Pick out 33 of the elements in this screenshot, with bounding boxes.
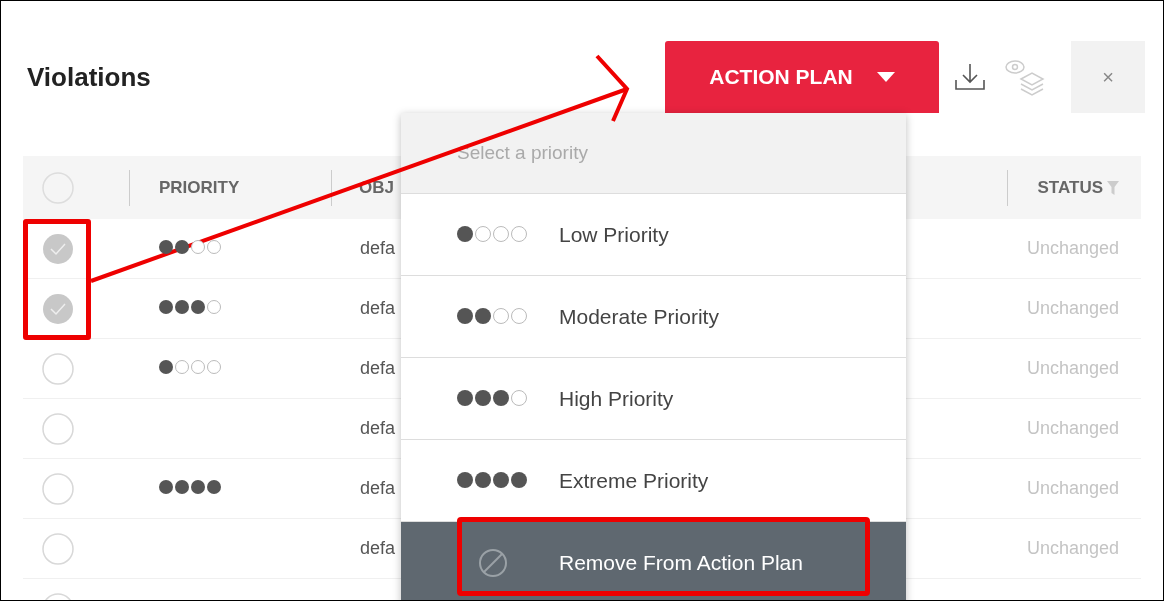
object-cell-text: defa bbox=[360, 237, 396, 260]
row-checkbox[interactable] bbox=[42, 412, 74, 445]
close-button[interactable]: × bbox=[1071, 41, 1145, 113]
caret-icon bbox=[876, 72, 895, 82]
status-cell-text: Unchanged bbox=[1026, 237, 1120, 260]
dropdown-item[interactable]: Remove From Action Plan bbox=[401, 522, 906, 600]
object-cell-text: defa bbox=[360, 537, 396, 560]
object-cell-text: defa bbox=[360, 477, 396, 500]
status-cell-text: Unchanged bbox=[1026, 477, 1120, 500]
dropdown-item[interactable]: Low Priority bbox=[401, 194, 906, 276]
action-plan-button[interactable]: ACTION PLAN bbox=[665, 41, 939, 113]
status-cell-text: Unchanged bbox=[1026, 357, 1120, 380]
filter-icon[interactable] bbox=[1107, 180, 1119, 195]
column-header[interactable]: STATUS bbox=[1007, 174, 1103, 201]
column-header[interactable]: PRIORITY bbox=[130, 174, 331, 201]
page-title: Violations bbox=[27, 60, 151, 94]
dropdown-item[interactable]: Extreme Priority bbox=[401, 440, 906, 522]
object-cell-text: defa bbox=[360, 297, 396, 320]
row-checkbox[interactable] bbox=[42, 232, 74, 265]
status-cell-text: Unchanged bbox=[1026, 297, 1120, 320]
dropdown-item[interactable]: Moderate Priority bbox=[401, 276, 906, 358]
row-checkbox[interactable] bbox=[42, 532, 74, 565]
row-checkbox[interactable] bbox=[42, 352, 74, 385]
row-checkbox[interactable] bbox=[42, 472, 74, 505]
prohibited-icon bbox=[478, 547, 508, 578]
eye-layers-icon[interactable] bbox=[1003, 57, 1047, 97]
status-cell-text: Unchanged bbox=[1026, 417, 1120, 440]
object-cell-text: defa bbox=[360, 417, 396, 440]
select-all-checkbox[interactable] bbox=[42, 171, 74, 204]
dropdown-item[interactable]: High Priority bbox=[401, 358, 906, 440]
object-cell-text: defa bbox=[360, 357, 396, 380]
status-cell-text: Unchanged bbox=[1026, 537, 1120, 560]
row-checkbox[interactable] bbox=[42, 292, 74, 325]
